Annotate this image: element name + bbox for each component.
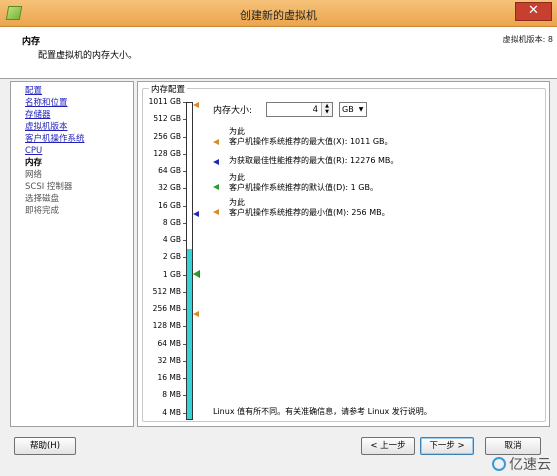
back-button[interactable]: < 上一步 xyxy=(361,437,415,455)
scale-label: 8 GB xyxy=(162,217,181,227)
page-subtitle: 配置虚拟机的内存大小。 xyxy=(38,51,138,61)
scale-label: 64 GB xyxy=(158,166,181,175)
step-config[interactable]: 配置 xyxy=(25,85,133,97)
scale-label: 32 MB xyxy=(157,355,181,365)
scale-label: 512 MB xyxy=(152,286,181,296)
memory-slider-track[interactable] xyxy=(186,102,193,420)
scale-label: 4 GB xyxy=(162,235,181,244)
default-marker-icon xyxy=(193,271,199,277)
chevron-down-icon: ▼ xyxy=(358,106,364,113)
scale-label: 256 MB xyxy=(152,304,181,313)
step-storage[interactable]: 存储器 xyxy=(25,109,133,121)
step-scsi: SCSI 控制器 xyxy=(25,182,73,192)
scale-label: 8 MB xyxy=(162,390,181,400)
linux-note: Linux 值有所不同。有关准确信息，请参考 Linux 发行说明。 xyxy=(213,407,432,416)
help-button[interactable]: 帮助(H) xyxy=(14,437,76,455)
perf-max-legend-icon xyxy=(213,159,219,165)
step-finish: 即将完成 xyxy=(25,206,60,216)
yisu-logo-icon xyxy=(492,457,506,471)
page-title: 内存 xyxy=(22,37,41,47)
scale-label: 16 GB xyxy=(158,200,181,210)
group-legend: 内存配置 xyxy=(149,83,188,95)
scale-label: 32 GB xyxy=(158,183,181,193)
default-legend-icon xyxy=(213,184,219,190)
scale-label: 1011 GB xyxy=(148,97,181,106)
max-marker-icon xyxy=(193,102,199,108)
content-panel: 内存配置 1011 GB 512 GB 256 GB 128 GB 64 GB 32 GB… xyxy=(137,81,550,427)
scale-label: 512 GB xyxy=(153,114,181,124)
min-legend-icon xyxy=(213,209,219,215)
next-button[interactable]: 下一步 > xyxy=(420,437,474,455)
scale-label: 4 MB xyxy=(162,407,181,417)
scale-label: 2 GB xyxy=(162,252,181,262)
close-button[interactable]: ✕ xyxy=(515,2,552,21)
scale-label: 128 GB xyxy=(153,148,181,158)
step-disk: 选择磁盘 xyxy=(25,194,60,204)
scale-label: 256 GB xyxy=(153,131,181,141)
step-name-location[interactable]: 名称和位置 xyxy=(25,97,133,109)
scale-label: 1 GB xyxy=(162,269,181,279)
scale-label: 128 MB xyxy=(152,321,181,331)
memory-size-field[interactable]: ▲▼ xyxy=(266,102,333,117)
note-perf-max: 为获取最佳性能推荐的最大值(R): 12276 MB。 xyxy=(229,156,399,165)
step-memory: 内存 xyxy=(25,158,43,168)
step-vm-version[interactable]: 虚拟机版本 xyxy=(25,121,133,133)
step-network: 网络 xyxy=(25,170,43,180)
memory-size-spinner[interactable]: ▲ ▼ xyxy=(321,103,332,116)
min-marker-icon xyxy=(193,311,199,317)
window-title: 创建新的虚拟机 xyxy=(240,9,317,22)
memory-size-label: 内存大小: xyxy=(213,106,253,116)
step-cpu[interactable]: CPU xyxy=(25,145,133,157)
memory-size-input[interactable] xyxy=(267,103,321,116)
memory-slider-fill xyxy=(187,249,192,419)
memory-config-group: 内存配置 1011 GB 512 GB 256 GB 128 GB 64 GB 32 GB… xyxy=(142,83,546,422)
watermark-logo: 亿速云 xyxy=(492,454,551,474)
scale-label: 16 MB xyxy=(157,373,181,382)
cancel-button[interactable]: 取消 xyxy=(485,437,541,455)
vm-version-label: 虚拟机版本: 8 xyxy=(502,35,553,44)
note-max: 为此 客户机操作系统推荐的最大值(X): 1011 GB。 xyxy=(229,127,393,146)
note-default: 为此 客户机操作系统推荐的默认值(D): 1 GB。 xyxy=(229,173,378,192)
wizard-steps-panel: 配置 名称和位置 存储器 虚拟机版本 客户机操作系统 CPU 内存 网络 SCS… xyxy=(10,81,134,427)
scale-label: 64 MB xyxy=(157,338,181,348)
wizard-header: 内存 配置虚拟机的内存大小。 虚拟机版本: 8 xyxy=(0,27,557,79)
note-min: 为此 客户机操作系统推荐的最小值(M): 256 MB。 xyxy=(229,198,390,217)
max-legend-icon xyxy=(213,139,219,145)
perf-max-marker-icon xyxy=(193,211,199,217)
step-guest-os[interactable]: 客户机操作系统 xyxy=(25,133,133,145)
title-bar: 创建新的虚拟机 ✕ xyxy=(0,0,557,27)
memory-unit-select[interactable]: GB ▼ xyxy=(339,102,367,117)
